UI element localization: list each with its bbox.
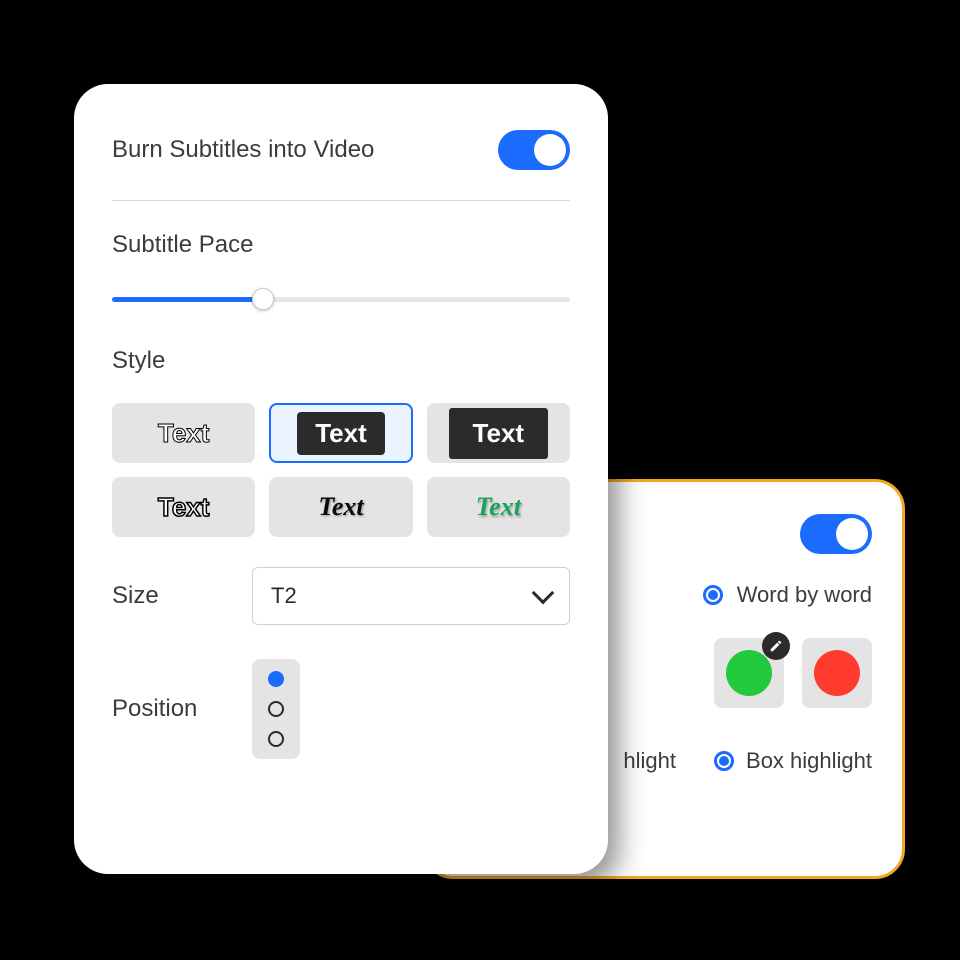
box-highlight-radio[interactable]	[714, 751, 734, 771]
position-top[interactable]	[268, 671, 284, 687]
style-option-outline[interactable]: Text	[112, 477, 255, 537]
subtitle-pace-slider[interactable]	[112, 287, 570, 311]
style-option-text: Text	[318, 492, 363, 522]
style-label: Style	[112, 347, 570, 375]
subtitle-pace-label: Subtitle Pace	[112, 231, 570, 259]
style-option-serif-shadow[interactable]: Text	[269, 477, 412, 537]
edit-color-icon[interactable]	[762, 632, 790, 660]
pencil-icon	[769, 639, 783, 653]
burn-subtitles-label: Burn Subtitles into Video	[112, 136, 374, 164]
color-circle-red	[814, 650, 860, 696]
size-value: T2	[271, 583, 297, 609]
position-bottom[interactable]	[268, 731, 284, 747]
word-by-word-radio[interactable]	[703, 585, 723, 605]
position-picker[interactable]	[252, 659, 300, 759]
style-option-text: Text	[297, 412, 385, 455]
burn-subtitles-toggle[interactable]	[498, 130, 570, 170]
chevron-down-icon	[532, 582, 555, 605]
style-option-plain[interactable]: Text	[112, 403, 255, 463]
style-option-dark-block[interactable]: Text	[427, 403, 570, 463]
style-option-text: Text	[449, 408, 549, 459]
divider	[112, 200, 570, 201]
size-select[interactable]: T2	[252, 567, 570, 625]
position-middle[interactable]	[268, 701, 284, 717]
size-label: Size	[112, 582, 232, 610]
style-grid: Text Text Text Text Text Text	[112, 403, 570, 537]
style-option-text: Text	[158, 492, 210, 523]
word-by-word-label: Word by word	[737, 582, 872, 608]
color-circle-green	[726, 650, 772, 696]
style-option-dark-box[interactable]: Text	[269, 403, 412, 463]
highlight-toggle[interactable]	[800, 514, 872, 554]
position-label: Position	[112, 695, 232, 723]
highlight-color-green[interactable]	[714, 638, 784, 708]
style-option-text: Text	[158, 418, 210, 449]
style-option-text: Text	[476, 492, 521, 522]
subtitle-settings-panel: Burn Subtitles into Video Subtitle Pace …	[74, 84, 608, 874]
box-highlight-label: Box highlight	[746, 748, 872, 774]
highlight-color-red[interactable]	[802, 638, 872, 708]
style-option-green-serif[interactable]: Text	[427, 477, 570, 537]
text-highlight-label-suffix: hlight	[623, 748, 676, 774]
